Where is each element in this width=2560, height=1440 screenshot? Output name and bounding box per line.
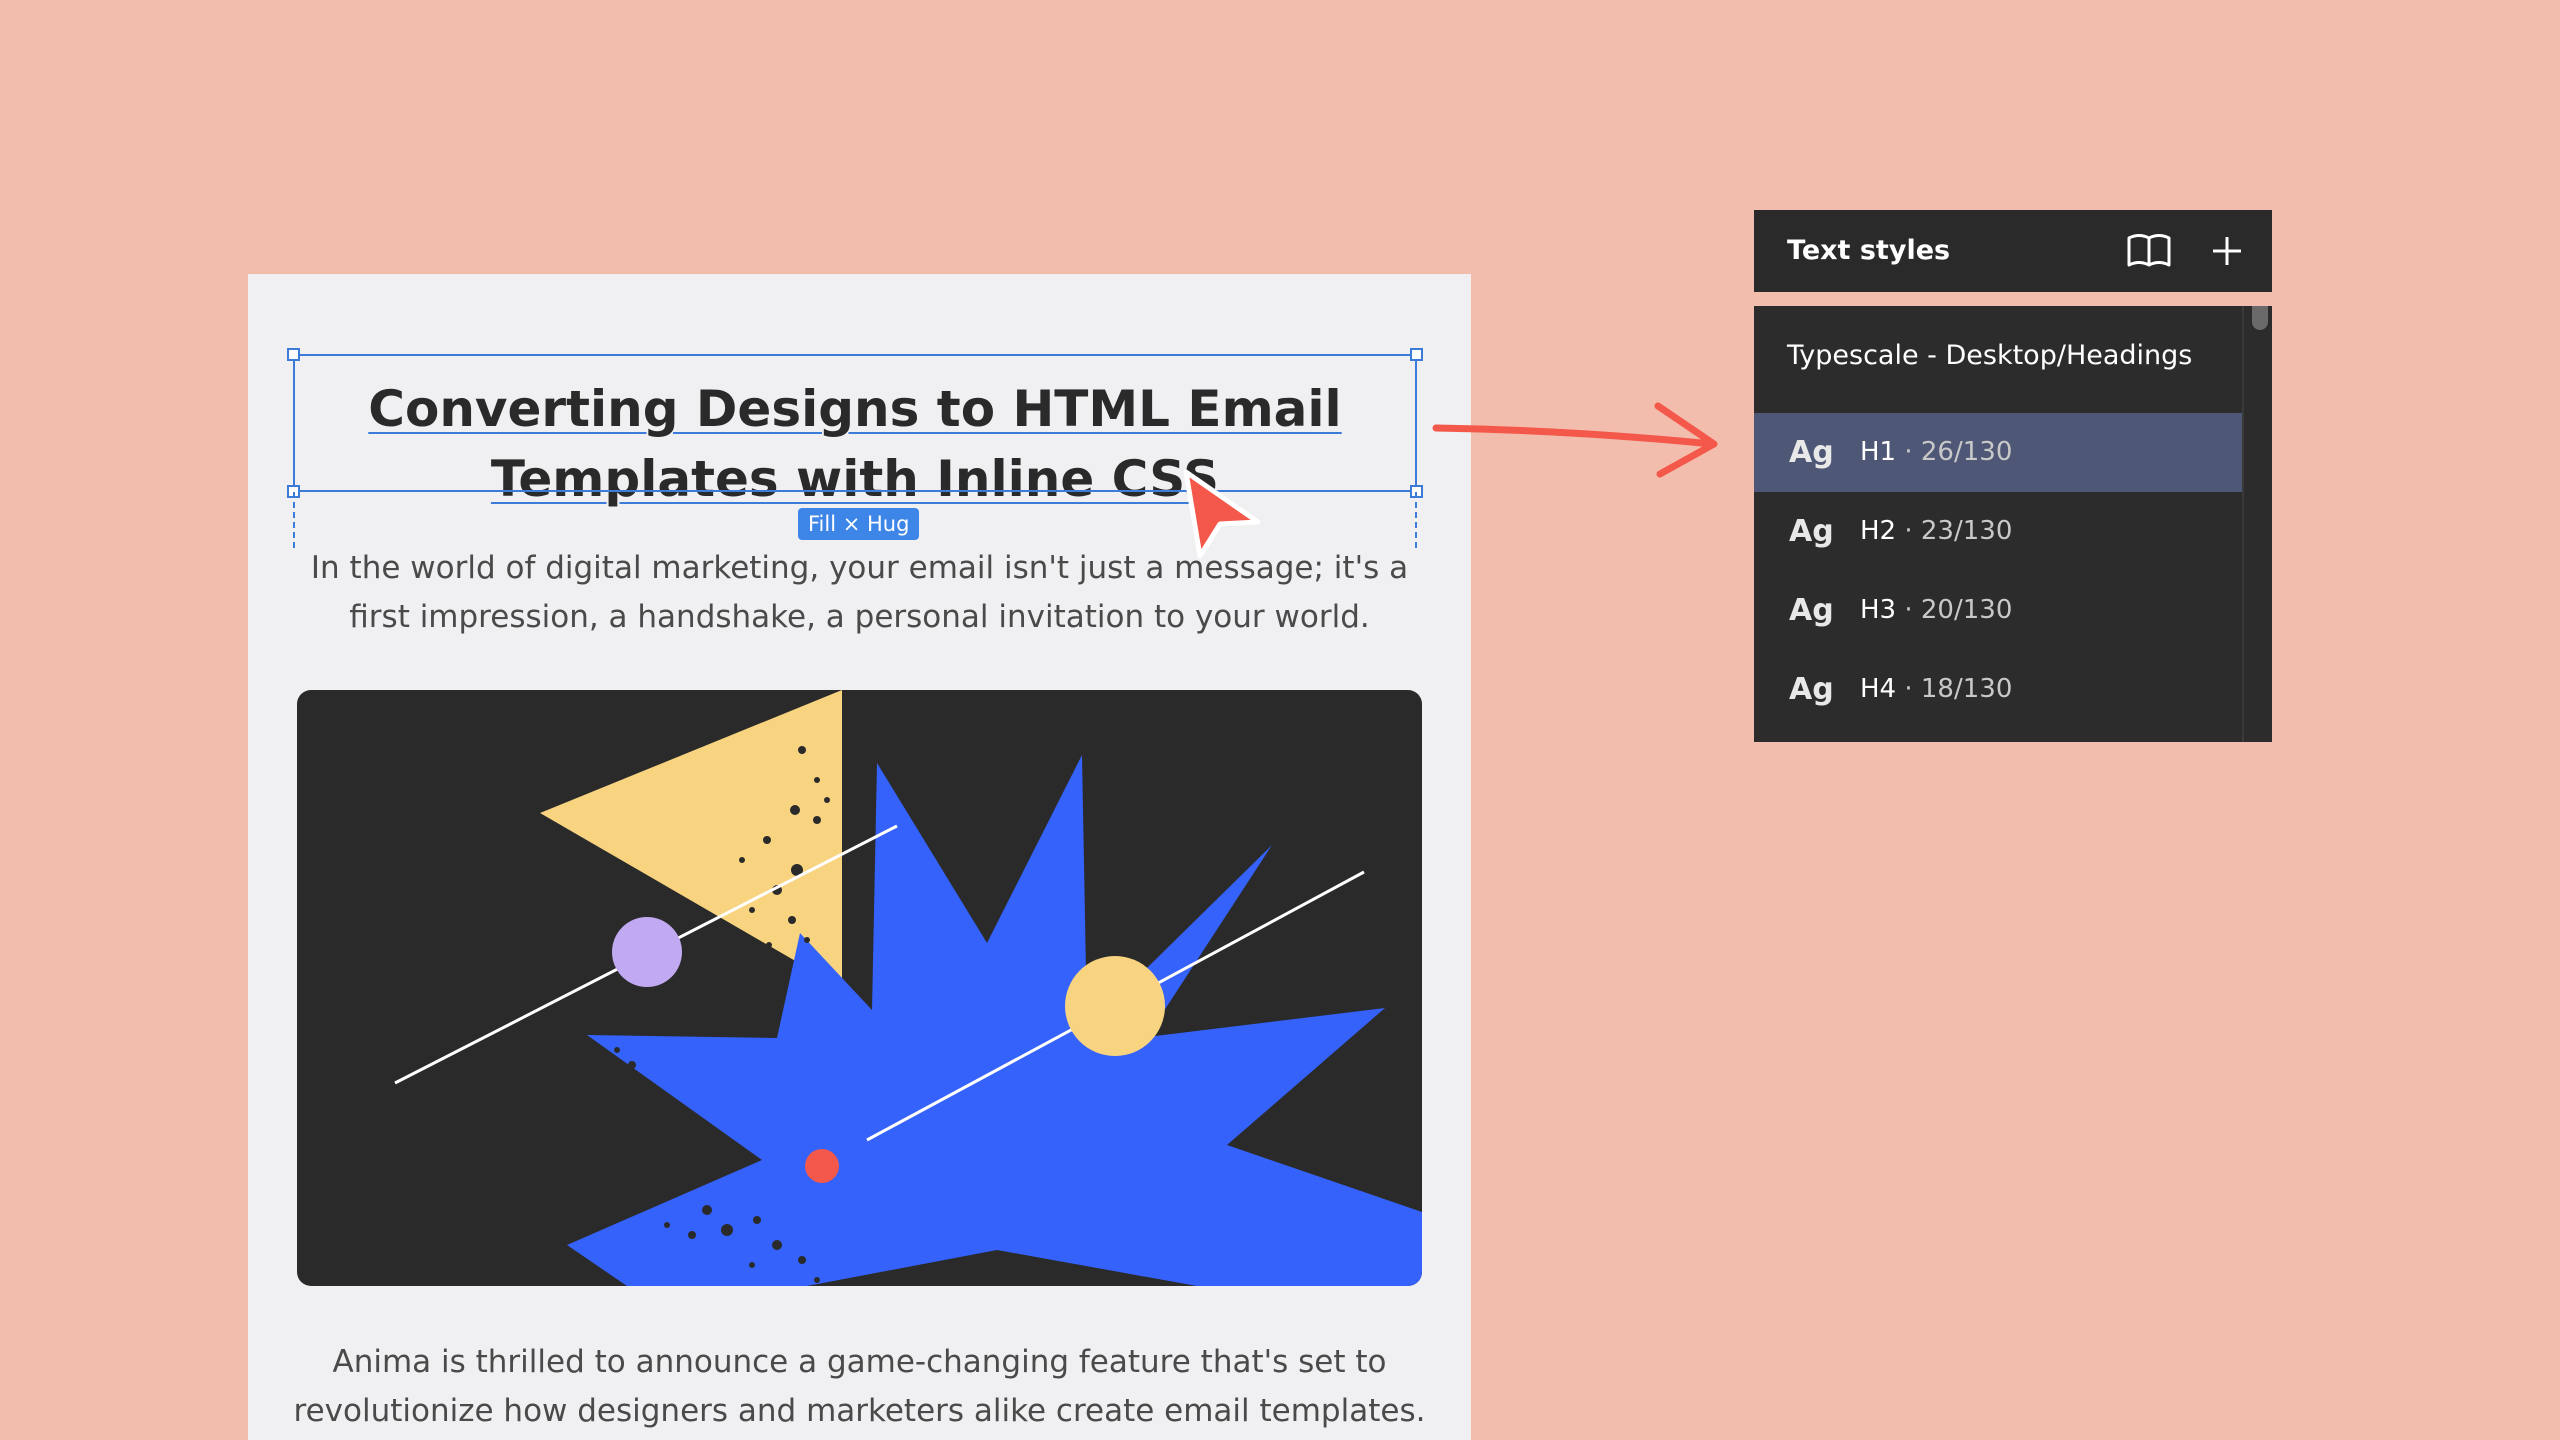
text-style-h3[interactable]: Ag H3 · 20/130 bbox=[1754, 571, 2242, 650]
text-styles-panel-header: Text styles bbox=[1754, 210, 2272, 292]
text-styles-panel: Typescale - Desktop/Headings Ag H1 · 26/… bbox=[1754, 306, 2272, 742]
alignment-guide-right bbox=[1415, 492, 1417, 548]
style-spec: · 23/130 bbox=[1904, 516, 2013, 546]
style-preview: Ag bbox=[1789, 514, 1834, 549]
style-name: H3 bbox=[1860, 595, 1897, 625]
abstract-shapes-illustration bbox=[297, 690, 1422, 1286]
scrollbar-thumb[interactable] bbox=[2252, 306, 2268, 330]
cursor-icon bbox=[1170, 460, 1261, 565]
style-label: H4 · 18/130 bbox=[1860, 650, 2012, 729]
resize-handle-top-left[interactable] bbox=[287, 348, 300, 361]
body-line-1: Anima is thrilled to announce a game-cha… bbox=[332, 1344, 1387, 1380]
book-icon[interactable] bbox=[2126, 232, 2172, 275]
style-label: H2 · 23/130 bbox=[1860, 492, 2012, 571]
hero-illustration bbox=[297, 690, 1422, 1286]
text-style-h1[interactable]: Ag H1 · 26/130 bbox=[1754, 413, 2242, 492]
style-preview: Ag bbox=[1789, 672, 1834, 707]
email-canvas: Converting Designs to HTML Email Templat… bbox=[248, 274, 1471, 1440]
alignment-guide-left bbox=[293, 492, 295, 548]
text-style-h4[interactable]: Ag H4 · 18/130 bbox=[1754, 650, 2242, 729]
intro-line-2: first impression, a handshake, a persona… bbox=[349, 599, 1370, 635]
style-name: H4 bbox=[1860, 674, 1897, 704]
style-spec: · 26/130 bbox=[1904, 437, 2013, 467]
style-preview: Ag bbox=[1789, 593, 1834, 628]
style-spec: · 18/130 bbox=[1904, 674, 2013, 704]
style-label: H3 · 20/130 bbox=[1860, 571, 2012, 650]
style-name: H1 bbox=[1860, 437, 1897, 467]
resize-handle-top-right[interactable] bbox=[1410, 348, 1423, 361]
body-line-2: revolutionize how designers and marketer… bbox=[293, 1393, 1426, 1429]
style-preview: Ag bbox=[1789, 435, 1834, 470]
intro-paragraph: In the world of digital marketing, your … bbox=[278, 544, 1441, 642]
style-label: H1 · 26/130 bbox=[1860, 413, 2012, 492]
panel-title: Text styles bbox=[1787, 235, 1951, 266]
body-paragraph: Anima is thrilled to announce a game-cha… bbox=[278, 1338, 1441, 1436]
panel-scrollbar[interactable] bbox=[2242, 306, 2272, 742]
style-spec: · 20/130 bbox=[1904, 595, 2013, 625]
typescale-group-label: Typescale - Desktop/Headings bbox=[1787, 340, 2193, 371]
size-badge: Fill × Hug bbox=[798, 508, 920, 540]
style-name: H2 bbox=[1860, 516, 1897, 546]
text-style-h2[interactable]: Ag H2 · 23/130 bbox=[1754, 492, 2242, 571]
pointer-arrow-icon bbox=[1430, 390, 1730, 495]
plus-icon[interactable] bbox=[2210, 234, 2244, 273]
